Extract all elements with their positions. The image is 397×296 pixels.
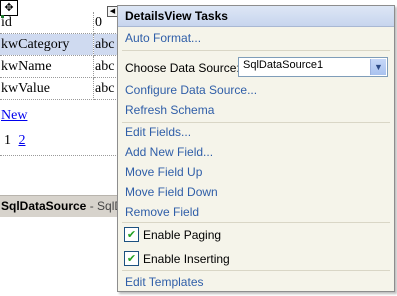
move-field-down-link[interactable]: Move Field Down	[125, 185, 218, 199]
enable-paging-checkbox[interactable]: ✔	[124, 227, 139, 242]
enable-inserting-checkbox[interactable]: ✔	[124, 251, 139, 266]
choose-data-source-label: Choose Data Source:	[125, 61, 240, 75]
enable-inserting-label[interactable]: Enable Inserting	[143, 252, 230, 266]
auto-format-link[interactable]: Auto Format...	[125, 31, 201, 45]
separator	[122, 122, 390, 123]
resize-handle-icon	[1, 15, 4, 18]
datasource-type-label: SqlDataSource	[1, 199, 87, 213]
field-name-cell: id	[0, 12, 94, 34]
configure-data-source-link[interactable]: Configure Data Source...	[125, 83, 257, 97]
separator	[122, 270, 390, 271]
field-name-cell: kwValue	[0, 77, 94, 100]
enable-paging-label[interactable]: Enable Paging	[143, 228, 221, 242]
edit-templates-link[interactable]: Edit Templates	[125, 275, 204, 289]
field-name-cell: kwName	[0, 55, 94, 78]
data-source-select[interactable]: SqlDataSource1 ▼	[238, 57, 388, 77]
remove-field-link[interactable]: Remove Field	[125, 205, 199, 219]
sqldatasource-control[interactable]: SqlDataSource - SqlDa	[0, 195, 123, 217]
chevron-down-icon[interactable]: ▼	[370, 59, 386, 75]
pager: 1 2	[4, 133, 26, 149]
pager-link-page[interactable]: 2	[19, 133, 26, 148]
table-row: kwName abc	[0, 55, 122, 78]
field-name-cell: kwCategory	[0, 33, 94, 56]
pager-current-page: 1	[4, 133, 11, 148]
move-field-up-link[interactable]: Move Field Up	[125, 165, 202, 179]
divider	[0, 155, 120, 156]
data-source-select-value: SqlDataSource1	[243, 59, 324, 71]
add-new-field-link[interactable]: Add New Field...	[125, 145, 213, 159]
edit-fields-link[interactable]: Edit Fields...	[125, 125, 191, 139]
separator	[122, 222, 390, 223]
table-row: id 0	[0, 12, 122, 34]
table-row: kwValue abc	[0, 77, 122, 100]
detailsview-grid: id 0 kwCategory abc kwName abc kwValue a…	[0, 12, 122, 100]
refresh-schema-link[interactable]: Refresh Schema	[125, 103, 214, 117]
table-row-selected[interactable]: kwCategory abc	[0, 33, 122, 56]
panel-title: DetailsView Tasks	[118, 6, 394, 27]
separator	[122, 50, 390, 51]
detailsview-tasks-panel: DetailsView Tasks Auto Format... Choose …	[117, 5, 395, 292]
new-link[interactable]: New	[1, 108, 27, 124]
